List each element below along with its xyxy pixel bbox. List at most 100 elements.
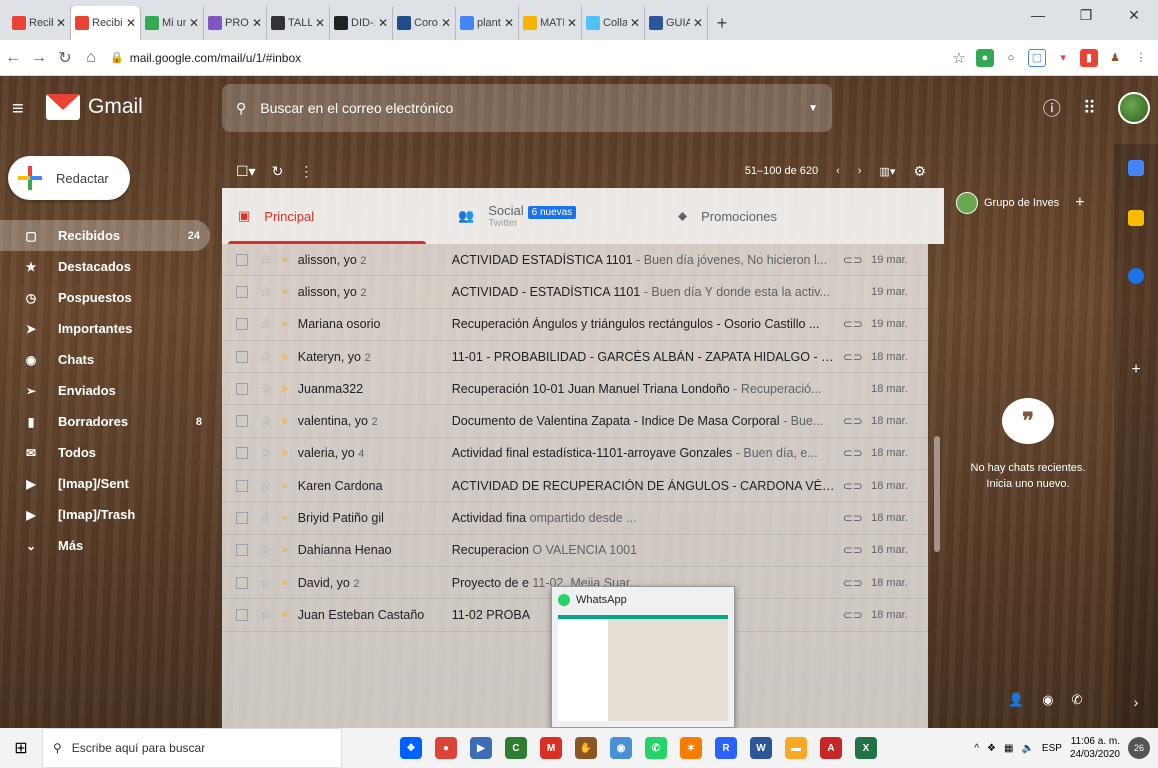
account-avatar[interactable] [1118, 92, 1150, 124]
attachment-icon[interactable]: ⊂⊃ [838, 479, 868, 493]
tray-chevron-icon[interactable]: ^ [974, 743, 979, 754]
restore-icon[interactable]: ❐ [1062, 0, 1110, 30]
browser-tab[interactable]: PROYE✕ [204, 6, 267, 40]
home-icon[interactable]: ⌂ [78, 49, 104, 67]
sidebar-item[interactable]: ◉ Chats [0, 344, 212, 375]
sidebar-item[interactable]: ★ Destacados [0, 251, 212, 282]
dropbox-icon[interactable]: ❖ [400, 737, 422, 759]
tab-close-icon[interactable]: ✕ [378, 16, 388, 30]
dropbox-tray-icon[interactable]: ❖ [987, 743, 996, 754]
row-checkbox[interactable] [236, 608, 248, 621]
row-checkbox[interactable] [236, 479, 248, 492]
calendar-icon[interactable] [1128, 160, 1144, 176]
email-list-scrollbar[interactable] [934, 436, 940, 552]
help-icon[interactable]: ⓘ [1043, 95, 1061, 121]
tab-close-icon[interactable]: ✕ [252, 16, 262, 30]
important-marker-icon[interactable]: » [282, 318, 288, 330]
chrome-icon[interactable]: ● [435, 737, 457, 759]
tab-promociones[interactable]: ⬥ Promociones [662, 188, 882, 244]
tab-close-icon[interactable]: ✕ [56, 16, 66, 30]
gmail-logo[interactable]: Gmail [46, 94, 143, 120]
email-row[interactable]: ☆ » Karen Cardona ACTIVIDAD DE RECUPERACIÓ… [222, 470, 928, 503]
browser-tab[interactable]: GUIA D✕ [645, 6, 708, 40]
no-chats-line2[interactable]: Inicia uno nuevo. [948, 476, 1108, 492]
bookmark-star-icon[interactable]: ☆ [950, 49, 968, 67]
reload-icon[interactable]: ↻ [52, 48, 78, 68]
browser-tab[interactable]: TALLER✕ [267, 6, 330, 40]
hangouts-chat-icon[interactable]: ◉ [1042, 692, 1053, 708]
folder-icon[interactable]: ▬ [785, 737, 807, 759]
tab-principal[interactable]: ▣ Principal [222, 188, 442, 244]
row-checkbox[interactable] [236, 512, 248, 525]
word-app-icon[interactable]: W [750, 737, 772, 759]
browser-tab[interactable]: MATER✕ [519, 6, 582, 40]
email-row[interactable]: ☆ » Briyid Patiño gil Actividad fina ompar… [222, 502, 928, 535]
tab-close-icon[interactable]: ✕ [126, 16, 136, 30]
star-icon[interactable]: ☆ [260, 413, 272, 429]
prev-page-icon[interactable]: ‹ [836, 165, 840, 177]
split-pane-icon[interactable]: ▥▾ [880, 165, 896, 178]
forward-icon[interactable]: → [26, 49, 52, 67]
extension-icon[interactable]: ▮ [1080, 48, 1098, 67]
important-marker-icon[interactable]: » [282, 480, 288, 492]
r-app-icon[interactable]: R [715, 737, 737, 759]
tab-close-icon[interactable]: ✕ [693, 16, 703, 30]
important-marker-icon[interactable]: » [282, 383, 288, 395]
search-icon[interactable]: ⚲ [236, 100, 246, 117]
phone-icon[interactable]: ✆ [1072, 692, 1083, 708]
back-icon[interactable]: ← [0, 49, 26, 67]
extension-icon[interactable]: ○ [1002, 49, 1020, 67]
sidebar-item[interactable]: ⌄ Más [0, 530, 212, 561]
row-checkbox[interactable] [236, 415, 248, 428]
windows-start-icon[interactable]: ⊞ [0, 738, 42, 758]
paint-app-icon[interactable]: ✶ [680, 737, 702, 759]
star-icon[interactable]: ☆ [260, 542, 272, 558]
important-marker-icon[interactable]: » [282, 415, 288, 427]
notification-center-icon[interactable]: 26 [1128, 737, 1150, 759]
sidebar-item[interactable]: ◷ Pospuestos [0, 282, 212, 313]
email-row[interactable]: ☆ » Juanma322 Recuperación 10-01 Juan Manu… [222, 373, 928, 406]
email-row[interactable]: ☆» alisson, yo 2 ACTIVIDAD ESTADÍSTICA 110… [222, 244, 928, 277]
attachment-icon[interactable]: ⊂⊃ [838, 317, 868, 331]
attachment-icon[interactable]: ⊂⊃ [838, 350, 868, 364]
row-checkbox[interactable] [236, 318, 248, 331]
refresh-icon[interactable]: ↻ [272, 163, 284, 180]
search-input[interactable]: ⚲ Buscar en el correo electrónico ▼ [222, 84, 832, 132]
star-icon[interactable]: ☆ [260, 252, 272, 268]
star-icon[interactable]: ☆ [260, 316, 272, 332]
star-icon[interactable]: ☆ [260, 445, 272, 461]
contacts-icon[interactable]: 👤 [1008, 692, 1024, 708]
expand-panel-chevron-icon[interactable]: › [1128, 694, 1144, 710]
tab-close-icon[interactable]: ✕ [630, 16, 640, 30]
url-field[interactable]: 🔒 mail.google.com/mail/u/1/#inbox [110, 44, 950, 72]
tab-close-icon[interactable]: ✕ [189, 16, 199, 30]
tasks-icon[interactable] [1128, 268, 1144, 284]
file-explorer-icon[interactable]: ▶ [470, 737, 492, 759]
clock[interactable]: 11:06 a. m. 24/03/2020 [1070, 735, 1120, 761]
star-icon[interactable]: ☆ [260, 284, 272, 300]
star-icon[interactable]: ☆ [260, 607, 272, 623]
sidebar-item[interactable]: ▶ [Imap]/Sent [0, 468, 212, 499]
pocket-icon[interactable]: ▾ [1054, 49, 1072, 67]
row-checkbox[interactable] [236, 285, 248, 298]
sidebar-item[interactable]: ➢ Enviados [0, 375, 212, 406]
excel-app-icon[interactable]: X [855, 737, 877, 759]
important-marker-icon[interactable]: » [282, 609, 288, 621]
whatsapp-window-preview[interactable]: WhatsApp [551, 586, 735, 728]
profile-icon[interactable]: ♟ [1106, 49, 1124, 67]
main-menu-icon[interactable]: ≡ [12, 98, 24, 121]
email-row[interactable]: ☆» valeria, yo 4 Actividad final estadísti… [222, 438, 928, 471]
sidebar-item[interactable]: ▮ Borradores 8 [0, 406, 212, 437]
extension-icon[interactable]: ● [976, 48, 994, 67]
sidebar-item[interactable]: ➤ Importantes [0, 313, 212, 344]
tab-close-icon[interactable]: ✕ [441, 16, 451, 30]
taskbar-search-input[interactable]: ⚲ Escribe aquí para buscar [42, 728, 342, 768]
browser-tab[interactable]: Recibid✕ [8, 6, 71, 40]
important-marker-icon[interactable]: » [282, 512, 288, 524]
browser-tab[interactable]: plantill✕ [456, 6, 519, 40]
new-tab-button[interactable]: + [708, 6, 736, 40]
new-chat-plus-icon[interactable]: + [1075, 194, 1084, 212]
attachment-icon[interactable]: ⊂⊃ [838, 608, 868, 622]
important-marker-icon[interactable]: » [282, 351, 288, 363]
apps-grid-icon[interactable]: ⠿ [1083, 98, 1096, 119]
